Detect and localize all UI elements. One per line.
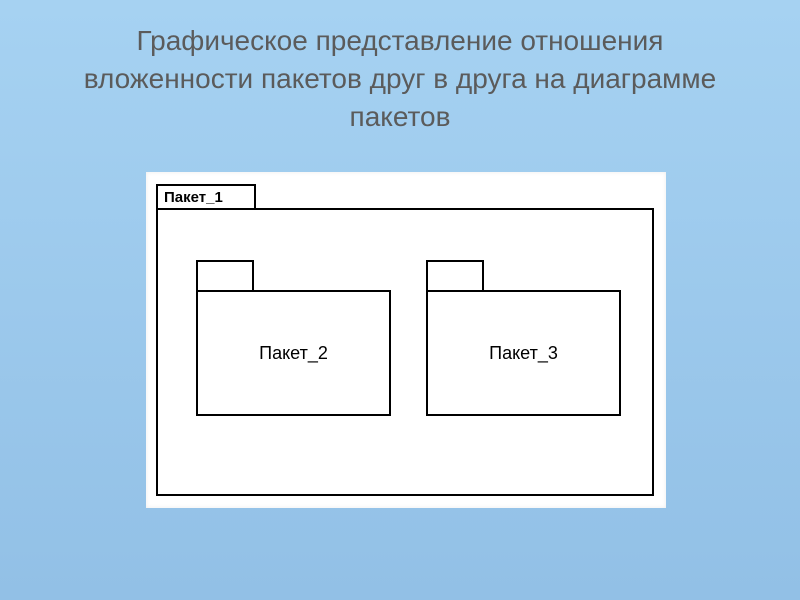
uml-package-outer: Пакет_2 Пакет_3 Пакет_1 xyxy=(156,184,654,496)
uml-package-inner-3-body: Пакет_3 xyxy=(426,290,621,416)
uml-package-inner-2: Пакет_2 xyxy=(196,260,391,416)
slide: Графическое представление отношения влож… xyxy=(0,0,800,600)
uml-package-inner-2-label: Пакет_2 xyxy=(259,343,328,364)
uml-package-inner-3: Пакет_3 xyxy=(426,260,621,416)
uml-package-outer-tab: Пакет_1 xyxy=(156,184,256,210)
uml-package-inner-2-tab xyxy=(196,260,254,292)
uml-package-inner-2-body: Пакет_2 xyxy=(196,290,391,416)
uml-package-inner-3-label: Пакет_3 xyxy=(489,343,558,364)
diagram-panel: Пакет_2 Пакет_3 Пакет_1 xyxy=(146,172,666,508)
uml-package-outer-body: Пакет_2 Пакет_3 xyxy=(156,208,654,496)
slide-title: Графическое представление отношения влож… xyxy=(60,22,740,135)
uml-package-outer-label: Пакет_1 xyxy=(164,189,223,206)
uml-package-inner-3-tab xyxy=(426,260,484,292)
